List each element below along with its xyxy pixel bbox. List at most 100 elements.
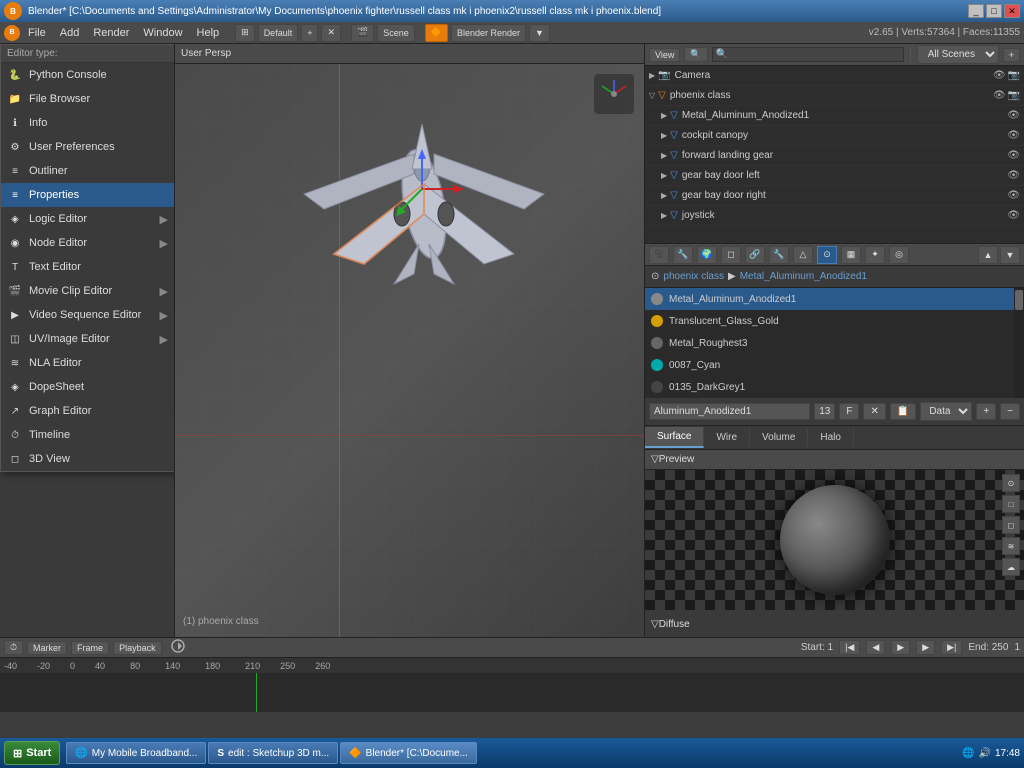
timeline-jump-end[interactable]: ▶| [941, 640, 962, 655]
editor-3d-view[interactable]: ◻ 3D View [1, 447, 174, 471]
menu-add[interactable]: Add [54, 25, 86, 41]
outliner-gear-bay-left[interactable]: ▶ ▽ gear bay door left 👁 [645, 166, 1024, 186]
phoenix-render[interactable]: 📷 [1008, 90, 1020, 101]
prop-world-icon[interactable]: 🌍 [697, 246, 717, 264]
prop-texture-icon[interactable]: ▦ [841, 246, 861, 264]
metal-alum-eye[interactable]: 👁 [1007, 110, 1020, 121]
tab-volume[interactable]: Volume [750, 428, 808, 447]
close-button[interactable]: ✕ [1004, 4, 1020, 18]
renderer-dropdown[interactable]: ▼ [529, 24, 550, 42]
prop-scene-icon[interactable]: 🔧 [673, 246, 693, 264]
add-layout[interactable]: + [301, 24, 318, 42]
outliner-expand[interactable]: + [1003, 48, 1020, 62]
material-plus[interactable]: + [976, 403, 996, 420]
preview-header[interactable]: ▽ Preview [645, 450, 1024, 470]
editor-uv-image[interactable]: ◫ UV/Image Editor ▶ [1, 327, 174, 351]
preview-cube-btn[interactable]: ◻ [1002, 516, 1020, 534]
viewport[interactable]: User Persp [175, 44, 644, 637]
editor-outliner[interactable]: ≡ Outliner [1, 159, 174, 183]
outliner-search-input[interactable]: 🔍 [712, 47, 904, 62]
outliner-gear-bay-right[interactable]: ▶ ▽ gear bay door right 👁 [645, 186, 1024, 206]
timeline-jump-start[interactable]: |◀ [839, 640, 860, 655]
prop-scroll-down[interactable]: ▼ [1000, 246, 1020, 264]
material-item-cyan[interactable]: 0087_Cyan [645, 354, 1014, 376]
prop-particles-icon[interactable]: ✦ [865, 246, 885, 264]
prop-data-icon[interactable]: △ [793, 246, 813, 264]
prop-scroll-up[interactable]: ▲ [978, 246, 998, 264]
editor-timeline[interactable]: ⏱ Timeline [1, 423, 174, 447]
editor-file-browser[interactable]: 📁 File Browser [1, 87, 174, 111]
editor-graph[interactable]: ↗ Graph Editor [1, 399, 174, 423]
timeline-play[interactable]: ▶ [891, 640, 910, 655]
editor-info[interactable]: ℹ Info [1, 111, 174, 135]
timeline-prev-frame[interactable]: ◀ [866, 640, 885, 655]
outliner-cockpit[interactable]: ▶ ▽ cockpit canopy 👁 [645, 126, 1024, 146]
breadcrumb-material[interactable]: Metal_Aluminum_Anodized1 [740, 271, 867, 282]
materials-scroll-thumb[interactable] [1015, 290, 1023, 310]
editor-video-seq[interactable]: ▶ Video Sequence Editor ▶ [1, 303, 174, 327]
close-layout[interactable]: ✕ [321, 24, 341, 42]
menu-render[interactable]: Render [87, 25, 135, 41]
material-fake-user[interactable]: F [839, 403, 859, 420]
prop-object-icon[interactable]: ◻ [721, 246, 741, 264]
prop-constraints-icon[interactable]: 🔗 [745, 246, 765, 264]
camera-eye[interactable]: 👁 [993, 70, 1006, 81]
material-name-input[interactable] [649, 403, 810, 420]
preview-sphere-btn[interactable]: ⊙ [1002, 474, 1020, 492]
outliner-phoenix-class[interactable]: ▽ ▽ phoenix class 👁 📷 [645, 86, 1024, 106]
prop-physics-icon[interactable]: ◎ [889, 246, 909, 264]
menu-window[interactable]: Window [137, 25, 188, 41]
material-copy[interactable]: 📋 [890, 403, 916, 420]
editor-user-prefs[interactable]: ⚙ User Preferences [1, 135, 174, 159]
editor-nla[interactable]: ≋ NLA Editor [1, 351, 174, 375]
editor-text[interactable]: T Text Editor [1, 255, 174, 279]
phoenix-eye[interactable]: 👁 [993, 90, 1006, 101]
timeline-marker-btn[interactable]: Marker [27, 641, 67, 655]
material-data-select[interactable]: Data [920, 402, 972, 421]
material-item-grey[interactable]: 0135_DarkGrey1 [645, 376, 1014, 398]
tab-wire[interactable]: Wire [704, 428, 750, 447]
editor-movie-clip[interactable]: 🎬 Movie Clip Editor ▶ [1, 279, 174, 303]
camera-render[interactable]: 📷 [1008, 70, 1020, 81]
outliner-metal-alum[interactable]: ▶ ▽ Metal_Aluminum_Anodized1 👁 [645, 106, 1024, 126]
maximize-button[interactable]: □ [986, 4, 1002, 18]
timeline-editor-icon[interactable]: ⏱ [4, 640, 23, 655]
joystick-eye[interactable]: 👁 [1007, 210, 1020, 221]
viewport-canvas[interactable]: (1) phoenix class [175, 64, 644, 637]
taskbar-blender[interactable]: 🔶 Blender* [C:\Docume... [340, 742, 477, 764]
editor-node[interactable]: ◉ Node Editor ▶ [1, 231, 174, 255]
outliner-landing-gear[interactable]: ▶ ▽ forward landing gear 👁 [645, 146, 1024, 166]
material-delete[interactable]: ✕ [863, 403, 885, 420]
timeline-frame-btn[interactable]: Frame [71, 641, 109, 655]
timeline-playback-btn[interactable]: Playback [113, 641, 162, 655]
taskbar-broadband[interactable]: 🌐 My Mobile Broadband... [66, 742, 206, 764]
editor-dopesheet[interactable]: ◈ DopeSheet [1, 375, 174, 399]
outliner-view-btn[interactable]: View [649, 48, 680, 62]
timeline-area[interactable] [0, 673, 1024, 712]
gear-eye[interactable]: 👁 [1007, 150, 1020, 161]
layout-name[interactable]: Default [258, 24, 299, 42]
menu-help[interactable]: Help [191, 25, 226, 41]
preview-plane-btn[interactable]: □ [1002, 495, 1020, 513]
material-item-rough[interactable]: Metal_Roughest3 [645, 332, 1014, 354]
outliner-search-toggle[interactable]: 🔍 [684, 47, 707, 62]
editor-python-console[interactable]: 🐍 Python Console [1, 63, 174, 87]
renderer-name[interactable]: Blender Render [451, 24, 526, 42]
outliner-joystick[interactable]: ▶ ▽ joystick 👁 [645, 206, 1024, 226]
material-minus[interactable]: − [1000, 403, 1020, 420]
minimize-button[interactable]: _ [968, 4, 984, 18]
menu-file[interactable]: File [22, 25, 52, 41]
editor-properties[interactable]: ≡ Properties [1, 183, 174, 207]
preview-hair-btn[interactable]: ≋ [1002, 537, 1020, 555]
start-button[interactable]: ⊞ Start [4, 741, 60, 765]
prop-modifier-icon[interactable]: 🔧 [769, 246, 789, 264]
prop-material-icon[interactable]: ⊙ [817, 246, 837, 264]
material-item-alum[interactable]: Metal_Aluminum_Anodized1 [645, 288, 1014, 310]
bay-left-eye[interactable]: 👁 [1007, 170, 1020, 181]
diffuse-header[interactable]: ▽ Diffuse [651, 614, 1018, 634]
preview-sky-btn[interactable]: ☁ [1002, 558, 1020, 576]
scene-dropdown[interactable]: All Scenes [917, 45, 999, 64]
editor-logic[interactable]: ◈ Logic Editor ▶ [1, 207, 174, 231]
taskbar-sketchup[interactable]: S edit : Sketchup 3D m... [208, 742, 338, 764]
timeline-next-frame[interactable]: ▶ [916, 640, 935, 655]
